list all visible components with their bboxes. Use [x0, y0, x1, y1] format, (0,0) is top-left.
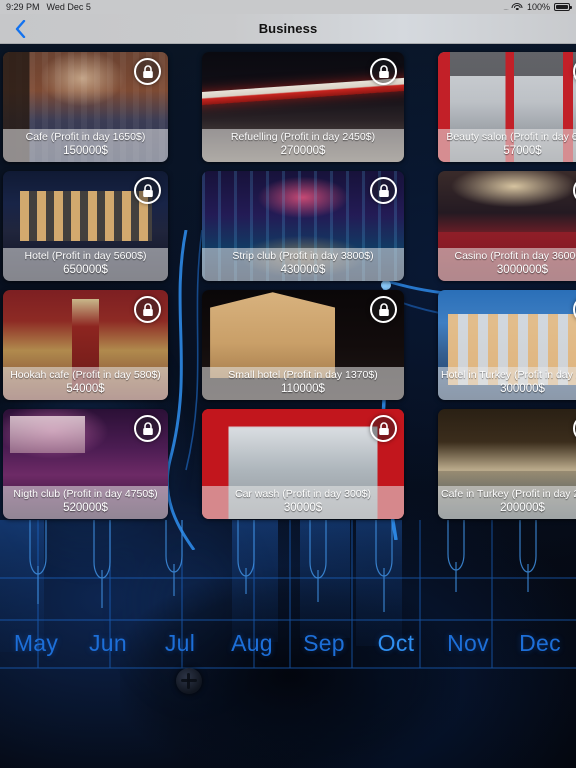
background-button-detail	[176, 668, 202, 694]
business-caption: Hotel in Turkey (Profit in day 2600$) 30…	[438, 367, 576, 400]
navigation-bar: Business	[0, 14, 576, 44]
business-name: Refuelling (Profit in day 2450$)	[230, 131, 376, 143]
status-bar-right: .... 100%	[503, 2, 572, 12]
battery-full-icon	[554, 3, 572, 11]
signal-dots-icon: ....	[503, 2, 509, 12]
business-caption: Hotel (Profit in day 5600$) 650000$	[3, 248, 168, 281]
business-name: Nigth club (Profit in day 4750$)	[13, 488, 158, 500]
business-name: Cafe (Profit in day 1650$)	[25, 131, 146, 143]
month-axis: May Jun Jul Aug Sep Oct Nov Dec	[0, 628, 576, 674]
business-card[interactable]: Cafe (Profit in day 1650$) 150000$	[3, 52, 168, 162]
business-caption: Hookah cafe (Profit in day 580$) 54000$	[3, 367, 168, 400]
business-price: 430000$	[280, 264, 326, 276]
business-price: 150000$	[63, 145, 108, 157]
battery-percent: 100%	[526, 2, 550, 12]
business-price: 3000000$	[496, 264, 549, 276]
chart-candles	[29, 520, 537, 612]
month-label-jun[interactable]: Jun	[72, 628, 144, 674]
wifi-icon	[511, 2, 523, 12]
business-caption: Strip club (Profit in day 3800$) 430000$	[202, 248, 404, 281]
business-price: 520000$	[63, 502, 108, 514]
business-name: Hookah cafe (Profit in day 580$)	[10, 369, 161, 381]
business-caption: Cafe in Turkey (Profit in day 2000$) 200…	[438, 486, 576, 519]
business-caption: Cafe (Profit in day 1650$) 150000$	[3, 129, 168, 162]
business-card[interactable]: Hotel (Profit in day 5600$) 650000$	[3, 171, 168, 281]
business-price: 300000$	[500, 383, 545, 395]
month-label-nov[interactable]: Nov	[432, 628, 504, 674]
lock-icon[interactable]	[370, 415, 397, 442]
business-card[interactable]: Hotel in Turkey (Profit in day 2600$) 30…	[438, 290, 576, 400]
lock-icon[interactable]	[134, 58, 161, 85]
business-card[interactable]: Beauty salon (Profit in day 620$) 57000$	[438, 52, 576, 162]
status-date: Wed Dec 5	[46, 2, 91, 12]
background-stock-chart	[0, 520, 576, 710]
business-caption: Car wash (Profit in day 300$) 30000$	[202, 486, 404, 519]
business-price: 54000$	[66, 383, 105, 395]
business-card[interactable]: Hookah cafe (Profit in day 580$) 54000$	[3, 290, 168, 400]
month-label-dec[interactable]: Dec	[504, 628, 576, 674]
business-caption: Casino (Profit in day 36000$) 3000000$	[438, 248, 576, 281]
business-name: Car wash (Profit in day 300$)	[235, 488, 371, 500]
lock-icon[interactable]	[370, 58, 397, 85]
business-card[interactable]: Nigth club (Profit in day 4750$) 520000$	[3, 409, 168, 519]
business-price: 650000$	[63, 264, 108, 276]
business-caption: Small hotel (Profit in day 1370$) 110000…	[202, 367, 404, 400]
month-label-sep[interactable]: Sep	[288, 628, 360, 674]
business-name: Cafe in Turkey (Profit in day 2000$)	[441, 488, 576, 500]
lock-icon[interactable]	[370, 177, 397, 204]
business-price: 57000$	[503, 145, 542, 157]
business-caption: Beauty salon (Profit in day 620$) 57000$	[438, 129, 576, 162]
business-price: 30000$	[283, 502, 323, 514]
business-card[interactable]: Car wash (Profit in day 300$) 30000$	[202, 409, 404, 519]
business-name: Small hotel (Profit in day 1370$)	[228, 369, 378, 381]
business-name: Beauty salon (Profit in day 620$)	[446, 131, 576, 143]
business-name: Casino (Profit in day 36000$)	[454, 250, 576, 262]
status-time: 9:29 PM	[6, 2, 40, 12]
business-card[interactable]: Refuelling (Profit in day 2450$) 270000$	[202, 52, 404, 162]
status-bar: 9:29 PM Wed Dec 5 .... 100%	[0, 0, 576, 14]
month-label-jul[interactable]: Jul	[144, 628, 216, 674]
business-price: 270000$	[280, 145, 326, 157]
month-label-aug[interactable]: Aug	[216, 628, 288, 674]
lock-icon[interactable]	[370, 296, 397, 323]
business-caption: Nigth club (Profit in day 4750$) 520000$	[3, 486, 168, 519]
business-screen: May Jun Jul Aug Sep Oct Nov Dec Cafe (Pr…	[0, 0, 576, 768]
lock-icon[interactable]	[134, 177, 161, 204]
business-name: Strip club (Profit in day 3800$)	[232, 250, 374, 262]
business-card-grid: Cafe (Profit in day 1650$) 150000$ Refue…	[3, 52, 576, 519]
month-label-oct[interactable]: Oct	[360, 628, 432, 674]
business-card[interactable]: Casino (Profit in day 36000$) 3000000$	[438, 171, 576, 281]
business-caption: Refuelling (Profit in day 2450$) 270000$	[202, 129, 404, 162]
lock-icon[interactable]	[134, 296, 161, 323]
month-label-may[interactable]: May	[0, 628, 72, 674]
business-card[interactable]: Cafe in Turkey (Profit in day 2000$) 200…	[438, 409, 576, 519]
business-card[interactable]: Strip club (Profit in day 3800$) 430000$	[202, 171, 404, 281]
business-price: 200000$	[500, 502, 545, 514]
business-price: 110000$	[281, 383, 325, 395]
lock-icon[interactable]	[134, 415, 161, 442]
business-card[interactable]: Small hotel (Profit in day 1370$) 110000…	[202, 290, 404, 400]
page-title: Business	[258, 21, 318, 36]
status-bar-left: 9:29 PM Wed Dec 5	[6, 2, 91, 12]
business-name: Hotel in Turkey (Profit in day 2600$)	[441, 369, 576, 381]
business-name: Hotel (Profit in day 5600$)	[24, 250, 147, 262]
